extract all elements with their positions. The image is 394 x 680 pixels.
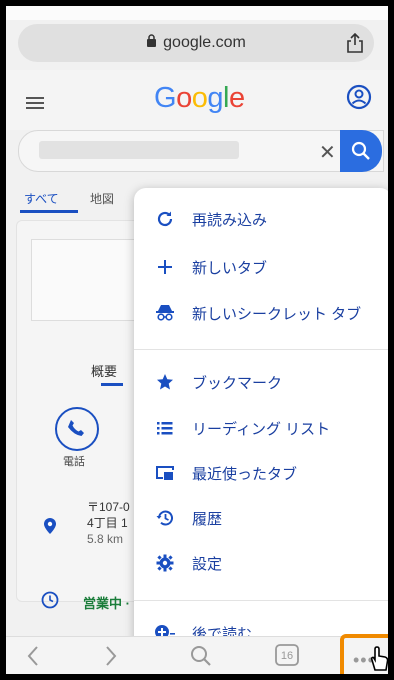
menu-item-label: 履歴 xyxy=(192,510,223,528)
google-logo[interactable]: Google xyxy=(154,82,245,115)
phone-icon xyxy=(68,420,84,436)
lock-icon xyxy=(146,34,157,52)
menu-item-label: 設定 xyxy=(192,555,223,573)
menu-divider xyxy=(134,600,388,601)
menu-item-label: 新しいタブ xyxy=(192,259,268,277)
search-icon xyxy=(351,141,370,160)
forward-icon[interactable] xyxy=(104,645,118,672)
menu-item-bookmarks[interactable]: ブックマーク xyxy=(134,363,388,401)
address-line-2: 4丁目 1 xyxy=(87,516,128,530)
distance: 5.8 km xyxy=(87,532,124,546)
overview-tab[interactable]: 概要 xyxy=(91,361,117,380)
incognito-icon xyxy=(154,302,176,324)
thumbnail-image[interactable] xyxy=(31,239,137,321)
location-pin-icon xyxy=(43,517,57,540)
recent-tabs-icon xyxy=(154,462,176,484)
clear-icon[interactable]: ✕ xyxy=(319,140,336,165)
clock-icon xyxy=(41,591,59,614)
list-icon xyxy=(154,417,176,439)
opening-hours[interactable]: 営業中 · xyxy=(83,593,130,612)
plus-icon xyxy=(154,256,176,278)
address-line-1: 〒107-0 xyxy=(87,500,130,514)
hamburger-menu-icon[interactable] xyxy=(26,96,44,114)
menu-item-reading-list[interactable]: リーディング リスト xyxy=(134,409,388,447)
history-icon xyxy=(154,507,176,529)
search-query-blurred xyxy=(39,141,239,159)
call-label: 電話 xyxy=(63,456,85,468)
menu-item-label: 新しいシークレット タブ xyxy=(192,305,362,323)
settings-gear-icon xyxy=(154,552,176,574)
status-strip xyxy=(6,6,388,20)
browser-menu: 再読み込み 新しいタブ 新しいシークレット タブ ブックマーク リーディング リ… xyxy=(134,188,388,648)
hand-cursor-icon xyxy=(370,646,388,671)
overview-indicator xyxy=(101,383,123,386)
search-input[interactable]: ✕ xyxy=(18,130,384,172)
menu-item-history[interactable]: 履歴 xyxy=(134,499,388,537)
menu-item-recent-tabs[interactable]: 最近使ったタブ xyxy=(134,454,388,492)
google-header: Google xyxy=(6,70,388,130)
menu-item-new-tab[interactable]: 新しいタブ xyxy=(134,248,388,286)
menu-item-label: リーディング リスト xyxy=(192,420,331,438)
menu-item-reload[interactable]: 再読み込み xyxy=(134,200,388,238)
url-text[interactable]: google.com xyxy=(163,34,246,52)
call-button[interactable] xyxy=(55,407,99,451)
reload-icon xyxy=(154,208,176,230)
tab-all[interactable]: すべて xyxy=(24,190,59,207)
search-icon[interactable] xyxy=(190,645,212,672)
address[interactable]: 〒107-0 4丁目 1 5.8 km xyxy=(87,499,130,547)
search-button[interactable] xyxy=(340,130,382,172)
menu-item-label: 最近使ったタブ xyxy=(192,465,298,483)
bottom-toolbar: 16 xyxy=(6,636,388,674)
url-bar[interactable]: google.com xyxy=(18,24,374,62)
screen: google.com Google ✕ すべて 地図 概要 電話 〒107-0 … xyxy=(6,6,388,674)
menu-divider xyxy=(134,349,388,350)
menu-item-label: 再読み込み xyxy=(192,211,268,229)
menu-item-settings[interactable]: 設定 xyxy=(134,544,388,582)
tab-active-indicator xyxy=(20,210,78,213)
share-icon[interactable] xyxy=(346,32,364,58)
menu-item-new-incognito-tab[interactable]: 新しいシークレット タブ xyxy=(134,294,388,332)
star-icon xyxy=(154,371,176,393)
tab-count: 16 xyxy=(281,650,293,662)
tab-switcher-button[interactable]: 16 xyxy=(274,643,300,672)
menu-item-label: ブックマーク xyxy=(192,374,283,392)
back-icon[interactable] xyxy=(26,645,40,672)
tab-maps[interactable]: 地図 xyxy=(90,190,114,207)
account-icon[interactable] xyxy=(346,84,372,115)
